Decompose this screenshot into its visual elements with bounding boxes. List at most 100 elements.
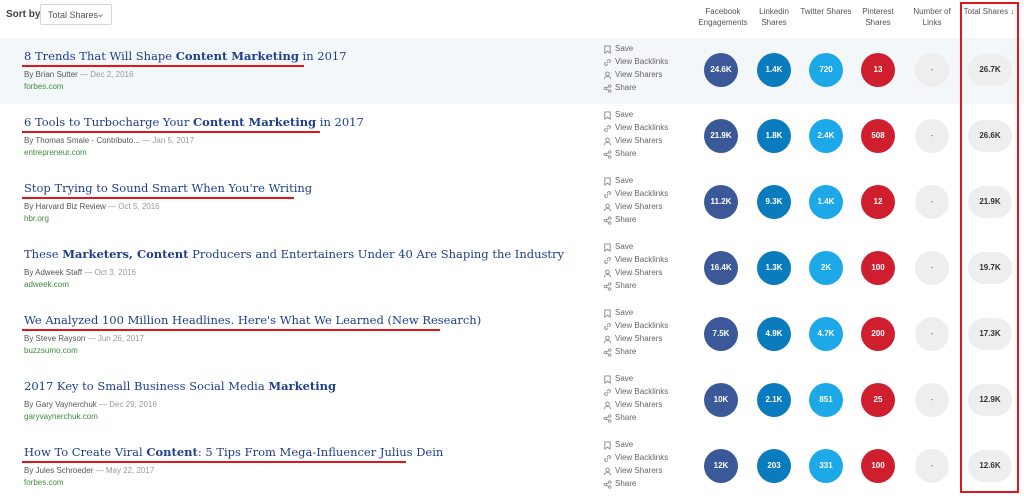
article-domain[interactable]: buzzsumo.com: [24, 346, 78, 355]
article-domain[interactable]: forbes.com: [24, 82, 64, 91]
column-header-pinterest[interactable]: Pinterest Shares: [851, 6, 905, 28]
facebook-engagements[interactable]: 16.4K: [704, 251, 738, 285]
facebook-engagements[interactable]: 11.2K: [704, 185, 738, 219]
view-backlinks-button[interactable]: View Backlinks: [603, 453, 698, 466]
view-backlinks-button[interactable]: View Backlinks: [603, 189, 698, 202]
view-backlinks-button[interactable]: View Backlinks: [603, 321, 698, 334]
facebook-engagements[interactable]: 21.9K: [704, 119, 738, 153]
view-backlinks-button[interactable]: View Backlinks: [603, 255, 698, 268]
article-domain[interactable]: garyvaynerchuk.com: [24, 412, 98, 421]
sort-dropdown[interactable]: Total Shares ⌄: [40, 4, 112, 25]
view-backlinks-button[interactable]: View Backlinks: [603, 387, 698, 400]
author-link[interactable]: By Harvard Biz Review: [24, 202, 106, 211]
save-button[interactable]: Save: [603, 110, 698, 123]
facebook-engagements[interactable]: 10K: [704, 383, 738, 417]
save-button[interactable]: Save: [603, 440, 698, 453]
twitter-shares[interactable]: 2K: [809, 251, 843, 285]
linkedin-shares[interactable]: 1.3K: [757, 251, 791, 285]
article-domain[interactable]: hbr.org: [24, 214, 49, 223]
article-title-link[interactable]: These Marketers, Content Producers and E…: [24, 247, 564, 261]
column-header-linkedin[interactable]: Linkedin Shares: [747, 6, 801, 28]
article-title-link[interactable]: 2017 Key to Small Business Social Media …: [24, 379, 336, 393]
share-button[interactable]: Share: [603, 413, 698, 426]
author-link[interactable]: By Jules Schroeder: [24, 466, 93, 475]
linkedin-shares[interactable]: 203: [757, 449, 791, 483]
view-sharers-button[interactable]: View Sharers: [603, 70, 698, 83]
view-backlinks-button[interactable]: View Backlinks: [603, 123, 698, 136]
author-link[interactable]: By Brian Sutter: [24, 70, 78, 79]
number-of-links[interactable]: -: [915, 449, 949, 483]
number-of-links[interactable]: -: [915, 251, 949, 285]
pinterest-shares[interactable]: 12: [861, 185, 895, 219]
column-header-links[interactable]: Number of Links: [905, 6, 959, 28]
view-backlinks-label: View Backlinks: [615, 123, 669, 132]
save-button[interactable]: Save: [603, 176, 698, 189]
number-of-links[interactable]: -: [915, 185, 949, 219]
linkedin-shares[interactable]: 4.9K: [757, 317, 791, 351]
share-button[interactable]: Share: [603, 347, 698, 360]
linkedin-shares[interactable]: 9.3K: [757, 185, 791, 219]
linkedin-shares[interactable]: 1.8K: [757, 119, 791, 153]
linkedin-shares[interactable]: 1.4K: [757, 53, 791, 87]
article-title-link[interactable]: 8 Trends That Will Shape Content Marketi…: [24, 49, 347, 63]
share-button[interactable]: Share: [603, 281, 698, 294]
twitter-shares[interactable]: 331: [809, 449, 843, 483]
view-backlinks-label: View Backlinks: [615, 453, 669, 462]
save-button[interactable]: Save: [603, 308, 698, 321]
share-button[interactable]: Share: [603, 479, 698, 492]
author-link[interactable]: By Gary Vaynerchuk: [24, 400, 97, 409]
view-sharers-button[interactable]: View Sharers: [603, 466, 698, 479]
linkedin-shares[interactable]: 2.1K: [757, 383, 791, 417]
title-keyword: Content Marketing: [175, 49, 299, 63]
pinterest-shares[interactable]: 100: [861, 449, 895, 483]
number-of-links[interactable]: -: [915, 119, 949, 153]
number-of-links[interactable]: -: [915, 317, 949, 351]
view-sharers-button[interactable]: View Sharers: [603, 202, 698, 215]
save-button[interactable]: Save: [603, 44, 698, 57]
number-of-links[interactable]: -: [915, 383, 949, 417]
facebook-engagements[interactable]: 24.6K: [704, 53, 738, 87]
publish-date: — Jan 5, 2017: [142, 136, 195, 145]
twitter-shares[interactable]: 4.7K: [809, 317, 843, 351]
number-of-links[interactable]: -: [915, 53, 949, 87]
pinterest-shares[interactable]: 100: [861, 251, 895, 285]
view-sharers-button[interactable]: View Sharers: [603, 268, 698, 281]
article-domain[interactable]: forbes.com: [24, 478, 64, 487]
author-link[interactable]: By Steve Rayson: [24, 334, 85, 343]
article-title-link[interactable]: 6 Tools to Turbocharge Your Content Mark…: [24, 115, 364, 129]
column-header-twitter[interactable]: Twitter Shares: [799, 6, 853, 17]
table-row: 6 Tools to Turbocharge Your Content Mark…: [0, 104, 1024, 170]
article-title-link[interactable]: Stop Trying to Sound Smart When You're W…: [24, 181, 312, 195]
twitter-shares[interactable]: 1.4K: [809, 185, 843, 219]
article-title-link[interactable]: We Analyzed 100 Million Headlines. Here'…: [24, 313, 481, 327]
pinterest-shares[interactable]: 25: [861, 383, 895, 417]
article-domain[interactable]: adweek.com: [24, 280, 69, 289]
view-sharers-button[interactable]: View Sharers: [603, 136, 698, 149]
article-title-link[interactable]: How To Create Viral Content: 5 Tips From…: [24, 445, 443, 459]
share-button[interactable]: Share: [603, 83, 698, 96]
view-backlinks-button[interactable]: View Backlinks: [603, 57, 698, 70]
share-button[interactable]: Share: [603, 215, 698, 228]
view-sharers-button[interactable]: View Sharers: [603, 334, 698, 347]
pinterest-shares[interactable]: 508: [861, 119, 895, 153]
save-button[interactable]: Save: [603, 242, 698, 255]
twitter-shares[interactable]: 720: [809, 53, 843, 87]
pinterest-shares[interactable]: 200: [861, 317, 895, 351]
view-sharers-button[interactable]: View Sharers: [603, 400, 698, 413]
article-domain[interactable]: entrepreneur.com: [24, 148, 87, 157]
twitter-shares[interactable]: 2.4K: [809, 119, 843, 153]
save-button[interactable]: Save: [603, 374, 698, 387]
view-sharers-label: View Sharers: [615, 268, 663, 277]
author-link[interactable]: By Adweek Staff: [24, 268, 82, 277]
column-header-facebook[interactable]: Facebook Engagements: [695, 6, 751, 28]
pinterest-shares[interactable]: 13: [861, 53, 895, 87]
facebook-engagements[interactable]: 7.5K: [704, 317, 738, 351]
facebook-engagements[interactable]: 12K: [704, 449, 738, 483]
view-backlinks-label: View Backlinks: [615, 321, 669, 330]
share-label: Share: [615, 83, 637, 92]
author-link[interactable]: By Thomas Smale - Contributo...: [24, 136, 140, 145]
share-button[interactable]: Share: [603, 149, 698, 162]
title-underline-annotation: [22, 461, 406, 463]
article-actions: Save View Backlinks View Sharers Share: [603, 242, 698, 294]
twitter-shares[interactable]: 851: [809, 383, 843, 417]
